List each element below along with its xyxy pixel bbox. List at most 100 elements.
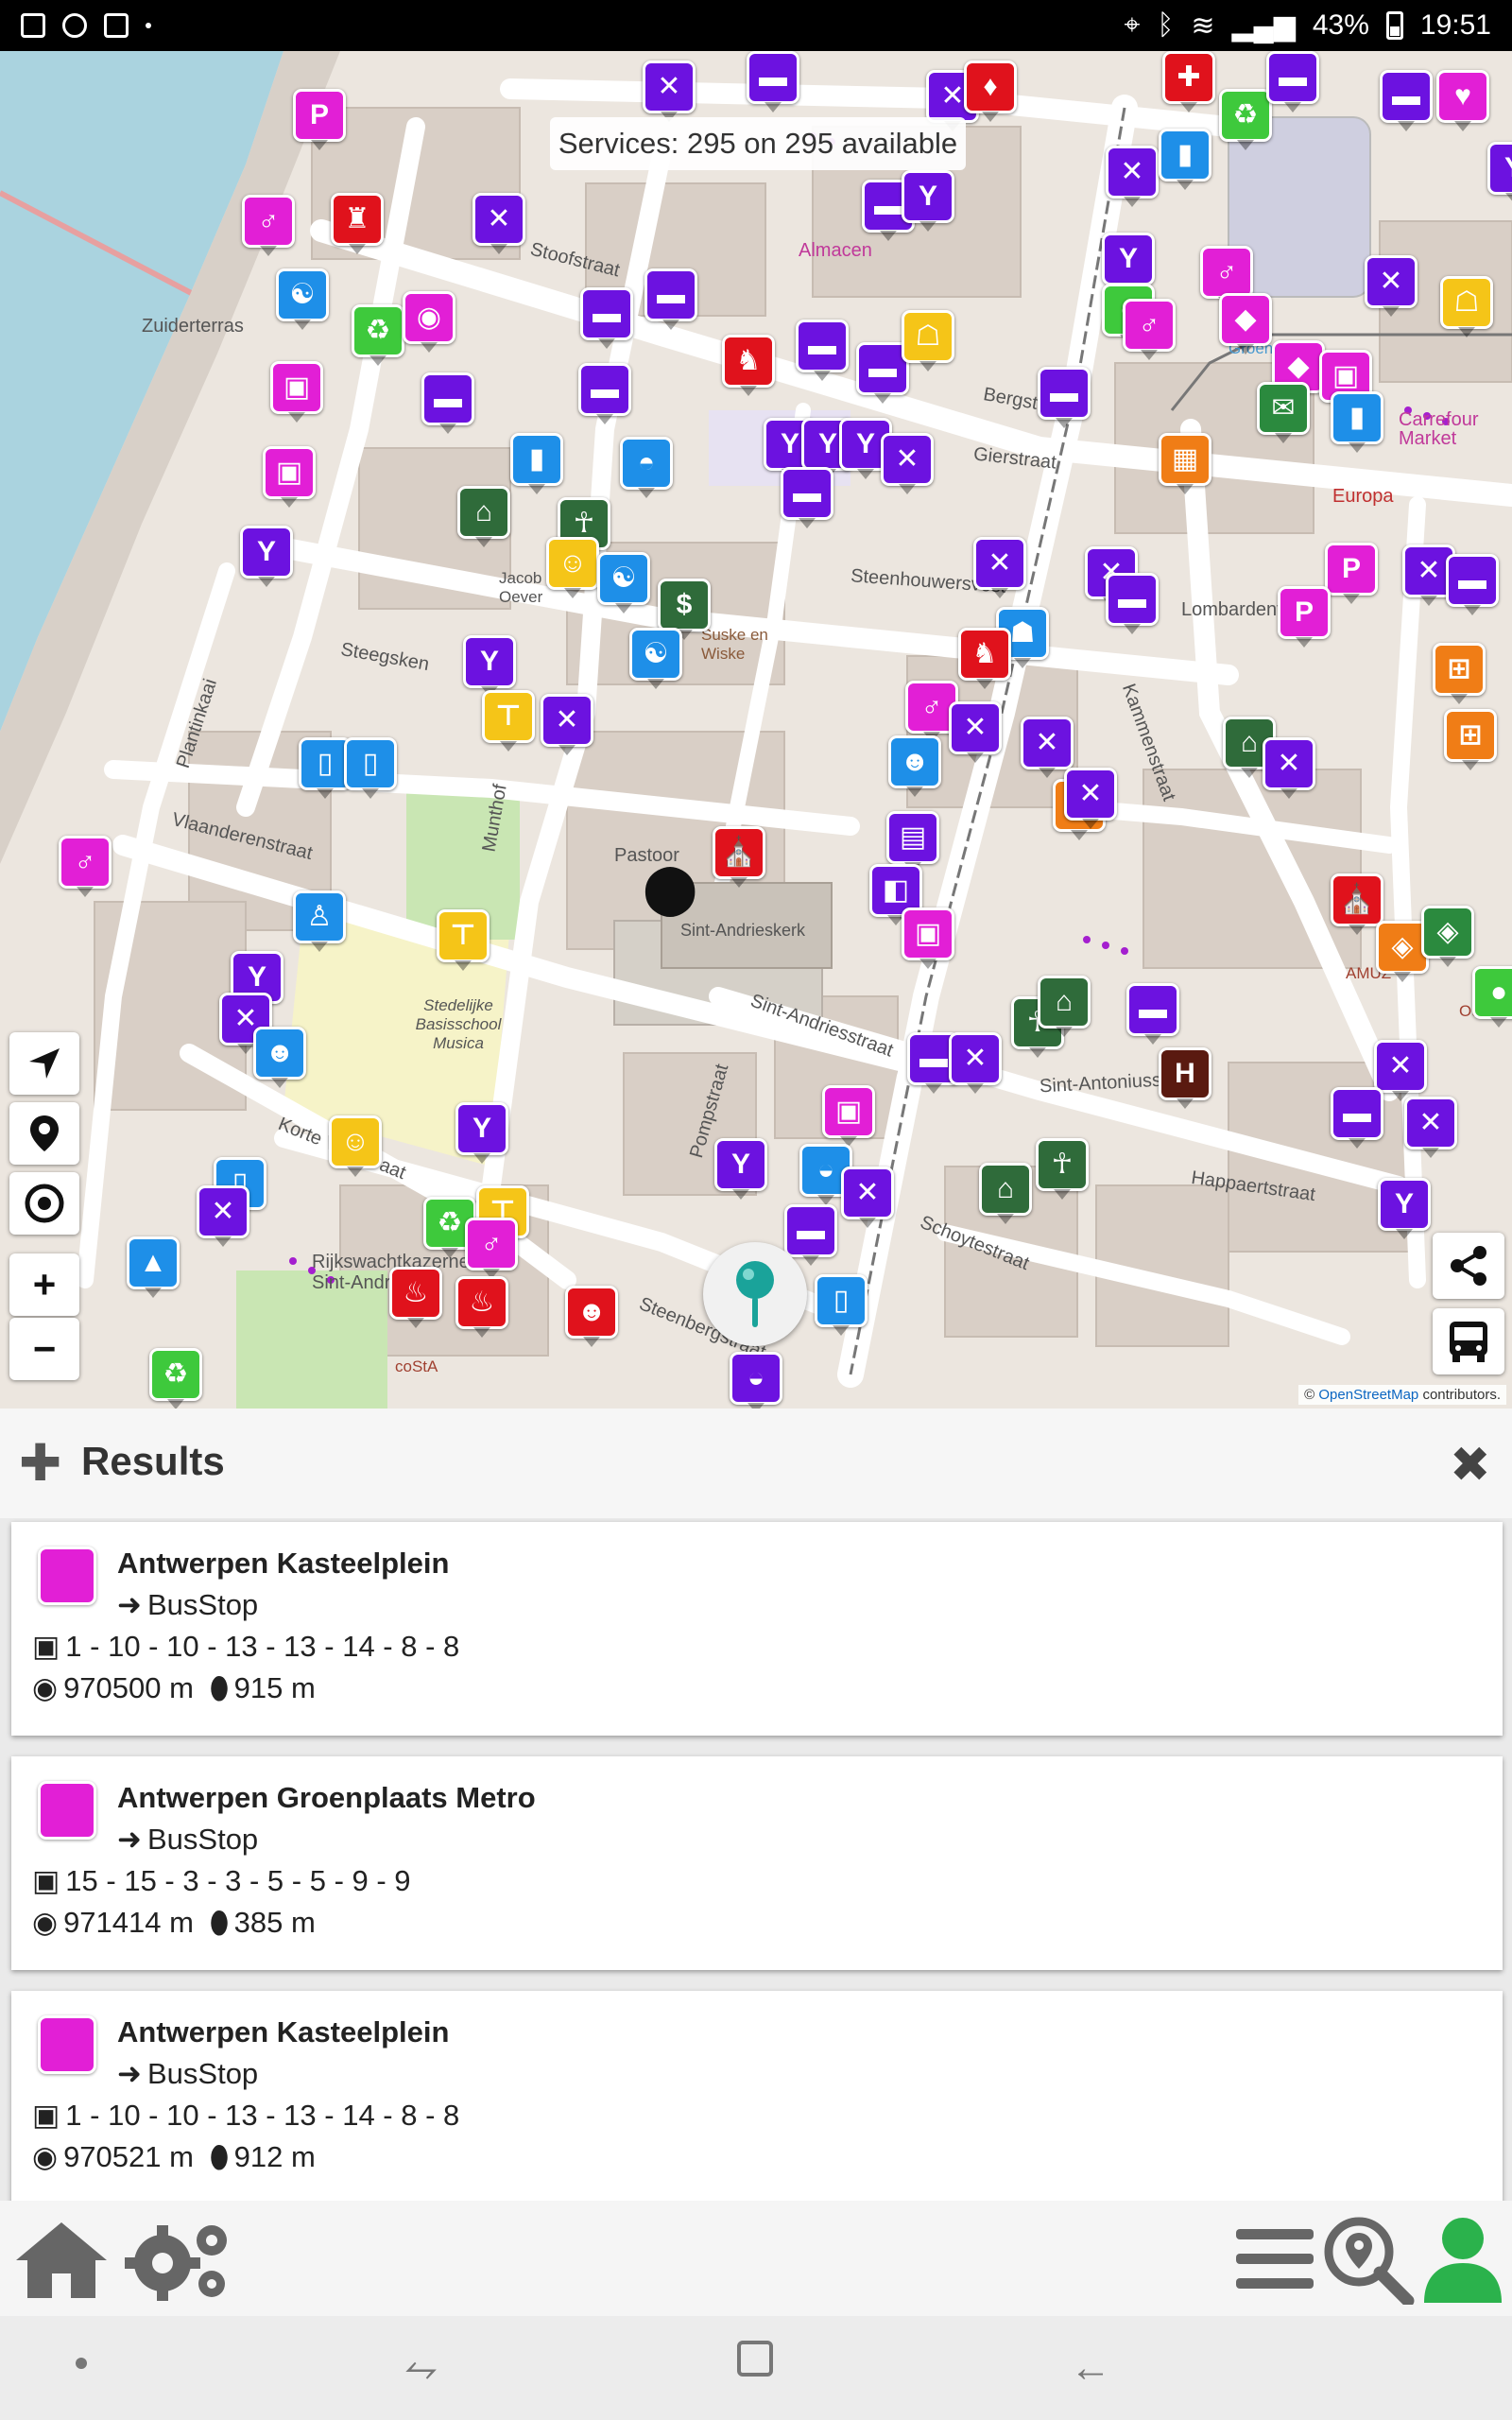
theatre-poi-icon[interactable]: ☺ xyxy=(329,1115,382,1177)
poi-icon[interactable]: ▮ xyxy=(510,433,563,494)
result-item[interactable]: Antwerpen Groenplaats Metro ➜ BusStop ▣ 15… xyxy=(11,1756,1503,1970)
fastfood-poi-icon[interactable]: ▬ xyxy=(1126,983,1179,1045)
result-item[interactable]: Antwerpen Kasteelplein ➜ BusStop ▣ 1 - 10 … xyxy=(11,1522,1503,1736)
toilets-poi-icon[interactable]: ☯ xyxy=(629,628,682,689)
fastfood-poi-icon[interactable]: ▬ xyxy=(1331,1087,1383,1149)
bar-poi-icon[interactable]: Y xyxy=(455,1102,508,1164)
fastfood-poi-icon[interactable]: ▬ xyxy=(747,51,799,112)
share-button[interactable] xyxy=(1433,1233,1504,1299)
fastfood-poi-icon[interactable]: ▬ xyxy=(578,363,631,424)
church-poi-icon[interactable]: ⛪ xyxy=(1331,873,1383,935)
restaurant-poi-icon[interactable]: ✕ xyxy=(841,1167,894,1228)
bar-poi-icon[interactable]: Y xyxy=(1487,142,1512,203)
expand-plus-icon[interactable]: ✚ xyxy=(19,1438,61,1489)
toilets-poi-icon[interactable]: ☯ xyxy=(597,552,650,614)
fastfood-poi-icon[interactable]: ▬ xyxy=(1380,70,1433,131)
bicycle-poi-icon[interactable]: ♂ xyxy=(1123,299,1176,360)
bar-poi-icon[interactable]: Y xyxy=(1102,233,1155,294)
restaurant-poi-icon[interactable]: ✕ xyxy=(949,701,1002,763)
restaurant-poi-icon[interactable]: ✕ xyxy=(197,1185,249,1247)
fastfood-poi-icon[interactable]: ▬ xyxy=(1106,573,1159,634)
restaurant-poi-icon[interactable]: ✕ xyxy=(643,60,696,122)
map-view[interactable]: Zuiderterras Stoofstraat Steenhouwersves… xyxy=(0,51,1512,1409)
poi-icon[interactable]: ▯ xyxy=(815,1274,868,1336)
poi-icon[interactable]: ♞ xyxy=(958,628,1011,689)
poi-icon[interactable]: ♙ xyxy=(293,890,346,952)
fastfood-poi-icon[interactable]: ▬ xyxy=(1266,51,1319,112)
icecream-poi-icon[interactable]: ♥ xyxy=(1436,70,1489,131)
bus-poi-icon[interactable]: ▣ xyxy=(263,446,316,508)
poi-icon[interactable]: ☺ xyxy=(546,537,599,598)
settings-button[interactable] xyxy=(119,2214,236,2305)
pharmacy-poi-icon[interactable]: $ xyxy=(658,579,711,640)
bar-poi-icon[interactable]: Y xyxy=(902,170,954,232)
theatre-poi-icon[interactable]: ☻ xyxy=(565,1286,618,1347)
bicycle-poi-icon[interactable]: ♂ xyxy=(59,836,112,897)
bar-poi-icon[interactable]: Y xyxy=(1378,1178,1431,1239)
poi-icon[interactable]: ▮ xyxy=(1159,129,1211,190)
restaurant-poi-icon[interactable]: ✕ xyxy=(472,193,525,254)
police-poi-icon[interactable]: ◈ xyxy=(1421,906,1474,967)
post-poi-icon[interactable]: ✉ xyxy=(1257,382,1310,443)
fastfood-poi-icon[interactable]: ▬ xyxy=(796,320,849,381)
home-button[interactable] xyxy=(9,2214,113,2305)
bus-poi-icon[interactable]: ▣ xyxy=(822,1085,875,1147)
poi-icon[interactable]: ▯ xyxy=(344,737,397,799)
poi-icon[interactable]: ⊞ xyxy=(1433,643,1486,704)
restaurant-poi-icon[interactable]: ✕ xyxy=(881,433,934,494)
recycling-poi-icon[interactable]: ♻ xyxy=(149,1348,202,1409)
poi-icon[interactable]: ⊞ xyxy=(1444,709,1497,770)
pharmacy-poi-icon[interactable]: ✚ xyxy=(1162,51,1215,112)
fastfood-poi-icon[interactable]: ▬ xyxy=(781,467,833,528)
fastfood-poi-icon[interactable]: ▬ xyxy=(1038,367,1091,428)
poi-icon[interactable]: ♨ xyxy=(455,1276,508,1338)
recycling-poi-icon[interactable]: ♻ xyxy=(352,304,404,366)
poi-icon[interactable]: ⌂ xyxy=(979,1163,1032,1224)
poi-icon[interactable]: ▦ xyxy=(1159,433,1211,494)
picnic-poi-icon[interactable]: ⊤ xyxy=(482,690,535,752)
recycling-poi-icon[interactable]: ♻ xyxy=(1219,89,1272,150)
restaurant-poi-icon[interactable]: ✕ xyxy=(1404,1097,1457,1158)
recent-apps-icon[interactable]: ⥊ xyxy=(404,2344,438,2392)
bar-poi-icon[interactable]: Y xyxy=(240,526,293,587)
transport-button[interactable] xyxy=(1433,1308,1504,1374)
drop-pin-button[interactable] xyxy=(9,1102,79,1165)
selected-location-marker-icon[interactable]: ⬤ xyxy=(643,860,697,917)
center-target-button[interactable] xyxy=(9,1172,79,1235)
parking-poi-icon[interactable]: P xyxy=(1325,543,1378,604)
restaurant-poi-icon[interactable]: ✕ xyxy=(1374,1040,1427,1101)
user-profile-button[interactable] xyxy=(1418,2214,1508,2305)
zoom-in-button[interactable]: + xyxy=(9,1253,79,1316)
poi-icon[interactable]: ♜ xyxy=(331,193,384,254)
childcare-poi-icon[interactable]: ☻ xyxy=(253,1027,306,1088)
bicycle-poi-icon[interactable]: ♂ xyxy=(1200,246,1253,307)
parking-poi-icon[interactable]: P xyxy=(1278,586,1331,648)
hotel-poi-icon[interactable]: H xyxy=(1159,1047,1211,1109)
search-map-button[interactable] xyxy=(1319,2214,1418,2305)
shop-poi-icon[interactable]: ◓ xyxy=(620,437,673,498)
picnic-poi-icon[interactable]: ⊤ xyxy=(437,909,490,971)
poi-icon[interactable]: ♦ xyxy=(964,60,1017,122)
home-nav-icon[interactable] xyxy=(737,2341,773,2377)
result-item[interactable]: Antwerpen Kasteelplein ➜ BusStop ▣ 1 - 10 … xyxy=(11,1991,1503,2201)
poi-icon[interactable]: ♞ xyxy=(722,335,775,396)
back-icon[interactable]: ← xyxy=(1070,2344,1111,2392)
poi-icon[interactable]: ● xyxy=(1472,966,1512,1028)
bakery-poi-icon[interactable]: ◒ xyxy=(730,1352,782,1409)
fastfood-poi-icon[interactable]: ▬ xyxy=(421,372,474,434)
locate-me-button[interactable] xyxy=(9,1032,79,1095)
openstreetmap-link[interactable]: OpenStreetMap xyxy=(1318,1387,1418,1403)
poi-icon[interactable]: ▮ xyxy=(1331,391,1383,453)
bus-poi-icon[interactable]: ▣ xyxy=(902,908,954,969)
sport-poi-icon[interactable]: ☖ xyxy=(902,310,954,372)
assistant-dot-icon[interactable] xyxy=(76,2358,87,2369)
poi-icon[interactable]: ☥ xyxy=(1036,1138,1089,1200)
bar-poi-icon[interactable]: Y xyxy=(714,1138,767,1200)
restaurant-poi-icon[interactable]: ✕ xyxy=(541,694,593,755)
restaurant-poi-icon[interactable]: ✕ xyxy=(949,1032,1002,1094)
bar-poi-icon[interactable]: Y xyxy=(463,635,516,697)
toilets-poi-icon[interactable]: ☯ xyxy=(276,268,329,330)
close-results-button[interactable]: ✖ xyxy=(1450,1437,1491,1494)
restaurant-poi-icon[interactable]: ✕ xyxy=(1021,717,1074,778)
restaurant-poi-icon[interactable]: ✕ xyxy=(973,537,1026,598)
